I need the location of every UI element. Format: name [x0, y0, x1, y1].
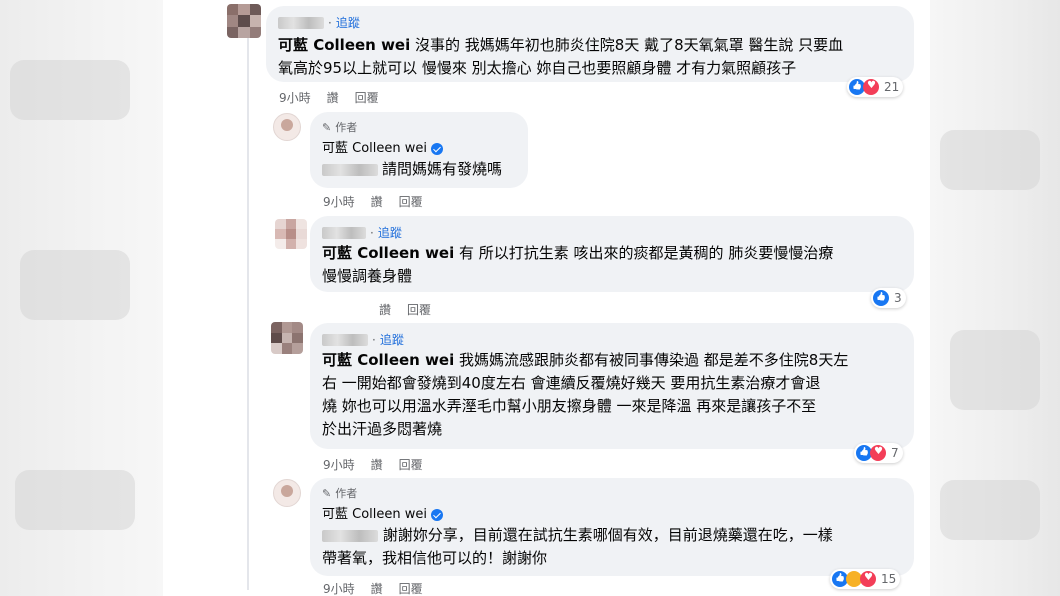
- commenter-avatar[interactable]: [227, 4, 261, 38]
- reaction-count: 3: [894, 291, 902, 305]
- like-button[interactable]: 讚: [327, 89, 339, 106]
- comment-text: 沒事的 我媽媽年初也肺炎住院8天 戴了8天氧氣罩 醫生說 只要血: [410, 36, 844, 54]
- mention-link[interactable]: 可藍 Colleen wei: [322, 244, 454, 262]
- comment-bubble: ✎ 作者 可藍 Colleen wei 請問媽媽有發燒嗎: [310, 112, 528, 188]
- reply-button[interactable]: 回覆: [399, 456, 423, 473]
- reaction-summary[interactable]: 15: [830, 569, 901, 589]
- mention-blurred[interactable]: [322, 529, 378, 542]
- comment-bubble: · 追蹤 可藍 Colleen wei 有 所以打抗生素 咳出來的痰都是黃稠的 …: [310, 216, 914, 292]
- author-avatar[interactable]: [273, 479, 301, 507]
- timestamp[interactable]: 9小時: [323, 456, 355, 473]
- author-badge: 作者: [335, 121, 358, 134]
- blurred-background-right: [930, 0, 1060, 596]
- follow-button[interactable]: 追蹤: [336, 14, 360, 32]
- mention-link[interactable]: 可藍 Colleen wei: [278, 36, 410, 54]
- timestamp[interactable]: 9小時: [323, 580, 355, 596]
- reaction-summary[interactable]: 3: [871, 288, 906, 308]
- thread-connector: [247, 30, 249, 590]
- reply-button[interactable]: 回覆: [399, 580, 423, 596]
- comment-bubble: ✎ 作者 可藍 Colleen wei 謝謝妳分享，目前還在試抗生素哪個有效，目…: [310, 478, 914, 576]
- commenter-name-blurred[interactable]: [322, 334, 368, 346]
- comment-text: 有 所以打抗生素 咳出來的痰都是黃稠的 肺炎要慢慢治療: [454, 244, 834, 262]
- comment-text: 氧高於95以上就可以 慢慢來 別太擔心 妳自己也要照顧身體 才有力氣照顧孩子: [278, 59, 797, 77]
- comment-text: 燒 妳也可以用溫水弄溼毛巾幫小朋友擦身體 一來是降溫 再來是讓孩子不至: [322, 397, 817, 415]
- like-button[interactable]: 讚: [371, 193, 383, 210]
- pencil-icon: ✎: [322, 121, 332, 134]
- reaction-count: 7: [891, 446, 899, 460]
- timestamp[interactable]: 9小時: [279, 89, 311, 106]
- comment-actions: 9小時 讚 回覆: [323, 193, 423, 210]
- commenter-avatar[interactable]: [275, 219, 307, 249]
- reaction-count: 15: [881, 572, 897, 586]
- comment-text: 我媽媽流感跟肺炎都有被同事傳染過 都是差不多住院8天左: [454, 351, 849, 369]
- mention-link[interactable]: 可藍 Colleen wei: [322, 351, 454, 369]
- comment-text: 慢慢調養身體: [322, 267, 413, 285]
- reply-button[interactable]: 回覆: [399, 193, 423, 210]
- reply-button[interactable]: 回覆: [407, 301, 431, 318]
- like-button[interactable]: 讚: [371, 456, 383, 473]
- comment-actions: 9小時 讚 回覆: [279, 89, 379, 106]
- reaction-summary[interactable]: 7: [854, 443, 903, 463]
- love-reaction-icon: [863, 79, 879, 95]
- follow-button[interactable]: 追蹤: [380, 331, 404, 349]
- comment-actions: 9小時 讚 回覆: [323, 580, 423, 596]
- like-button[interactable]: 讚: [371, 580, 383, 596]
- comment-text: 右 一開始都會發燒到40度左右 會連續反覆燒好幾天 要用抗生素治療才會退: [322, 374, 821, 392]
- comment-thread: · 追蹤 可藍 Colleen wei 沒事的 我媽媽年初也肺炎住院8天 戴了8…: [163, 0, 930, 596]
- verified-badge-icon: [431, 509, 443, 521]
- love-reaction-icon: [870, 445, 886, 461]
- author-name[interactable]: 可藍 Colleen wei: [322, 140, 427, 158]
- reaction-summary[interactable]: 21: [847, 77, 904, 97]
- verified-badge-icon: [431, 143, 443, 155]
- timestamp[interactable]: 9小時: [323, 193, 355, 210]
- commenter-name-blurred[interactable]: [278, 17, 324, 29]
- reaction-count: 21: [884, 80, 900, 94]
- comment-text: 請問媽媽有發燒嗎: [382, 160, 503, 178]
- comment-text: 謝謝妳分享，目前還在試抗生素哪個有效，目前退燒藥還在吃，一樣: [382, 526, 833, 544]
- comment-text: 帶著氧，我相信他可以的！謝謝你: [322, 549, 548, 567]
- comment-actions: 9小時 讚 回覆: [323, 456, 423, 473]
- commenter-name-blurred[interactable]: [322, 227, 366, 239]
- comment-actions: 讚 回覆: [379, 301, 431, 318]
- mention-blurred[interactable]: [322, 163, 378, 176]
- follow-button[interactable]: 追蹤: [378, 224, 402, 242]
- reply-button[interactable]: 回覆: [355, 89, 379, 106]
- blurred-background-left: [0, 0, 163, 596]
- commenter-avatar[interactable]: [271, 322, 303, 354]
- pencil-icon: ✎: [322, 487, 332, 500]
- author-avatar[interactable]: [273, 113, 301, 141]
- comment-bubble: · 追蹤 可藍 Colleen wei 我媽媽流感跟肺炎都有被同事傳染過 都是差…: [310, 323, 914, 449]
- comment-bubble: · 追蹤 可藍 Colleen wei 沒事的 我媽媽年初也肺炎住院8天 戴了8…: [266, 6, 914, 82]
- author-badge: 作者: [335, 487, 358, 500]
- like-reaction-icon: [873, 290, 889, 306]
- love-reaction-icon: [860, 571, 876, 587]
- author-name[interactable]: 可藍 Colleen wei: [322, 506, 427, 524]
- like-button[interactable]: 讚: [379, 301, 391, 318]
- comment-text: 於出汗過多悶著燒: [322, 420, 443, 438]
